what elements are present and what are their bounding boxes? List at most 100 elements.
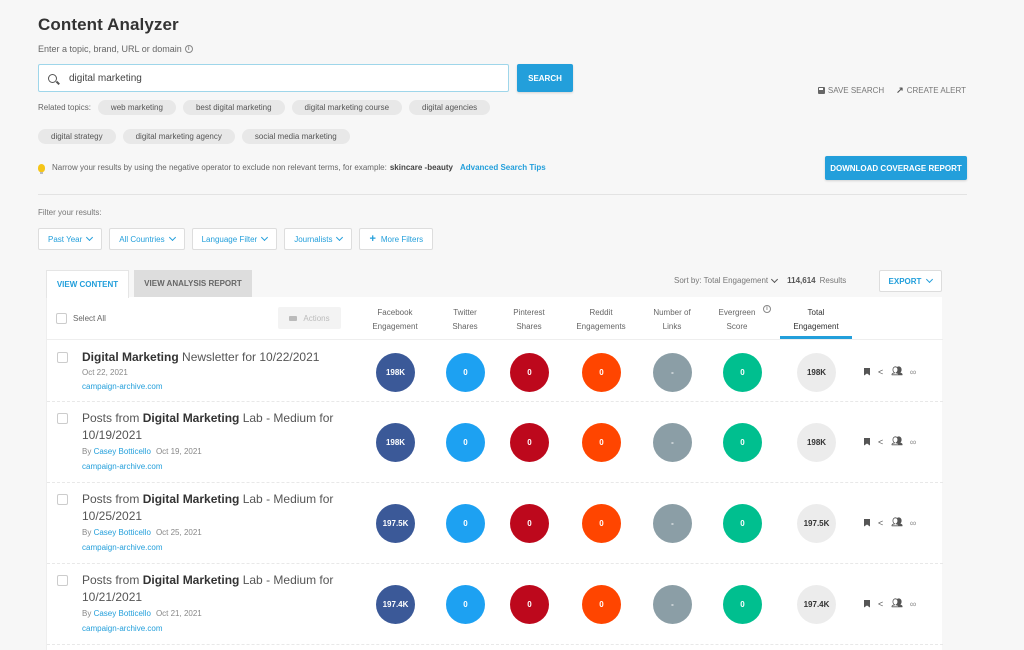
- reddit-engagements-badge: 0: [582, 585, 621, 624]
- chevron-down-icon[interactable]: [771, 275, 779, 283]
- share-icon[interactable]: <: [878, 437, 883, 447]
- link-icon[interactable]: ∞: [910, 437, 916, 447]
- save-search-label: SAVE SEARCH: [827, 86, 885, 95]
- bookmark-icon[interactable]: [864, 518, 870, 527]
- filter-past-year[interactable]: Past Year: [38, 228, 103, 250]
- search-button[interactable]: SEARCH: [517, 64, 573, 92]
- author-link[interactable]: Casey Botticello: [94, 609, 151, 618]
- filter-language[interactable]: Language Filter: [191, 228, 278, 250]
- reddit-engagements-badge: 0: [582, 353, 621, 392]
- filter-countries[interactable]: All Countries: [109, 228, 185, 250]
- search-input[interactable]: [69, 72, 469, 84]
- more-filters-label: More Filters: [380, 234, 424, 244]
- article-title[interactable]: Posts from Digital Marketing Lab - Mediu…: [82, 572, 337, 606]
- domain-link[interactable]: campaign-archive.com: [82, 624, 162, 633]
- users-icon[interactable]: 👥︎: [891, 598, 902, 609]
- title-keyword: Digital Marketing: [142, 411, 240, 425]
- number-of-links-badge: -: [653, 585, 692, 624]
- download-coverage-report-button[interactable]: DOWNLOAD COVERAGE REPORT: [825, 156, 967, 180]
- related-topic-chip[interactable]: social media marketing: [241, 129, 350, 144]
- col-line1: Reddit: [589, 308, 613, 317]
- users-icon[interactable]: 👥︎: [891, 517, 902, 528]
- twitter-shares-badge: 0: [446, 585, 485, 624]
- table-row: Posts from Digital Marketing Lab - Mediu…: [47, 564, 943, 645]
- related-topic-chip[interactable]: digital marketing course: [291, 100, 403, 115]
- author-link[interactable]: Casey Botticello: [94, 447, 151, 456]
- facebook-engagement-badge: 198K: [376, 423, 415, 462]
- title-prefix: Posts from: [82, 573, 143, 587]
- related-topic-chip[interactable]: web marketing: [97, 100, 176, 115]
- search-field[interactable]: [38, 64, 509, 92]
- row-actions: < 👥︎ ∞: [864, 436, 916, 447]
- tab-view-content[interactable]: VIEW CONTENT: [46, 270, 129, 298]
- column-header-total[interactable]: Total Engagement: [778, 306, 854, 334]
- related-topic-chip[interactable]: digital agencies: [409, 100, 491, 115]
- domain-link[interactable]: campaign-archive.com: [82, 382, 162, 391]
- save-search-button[interactable]: SAVE SEARCH: [817, 85, 885, 96]
- column-header-pinterest[interactable]: Pinterest Shares: [491, 306, 567, 334]
- row-checkbox[interactable]: [57, 575, 68, 586]
- actions-button[interactable]: Actions: [278, 307, 341, 329]
- bookmark-icon[interactable]: [864, 437, 870, 446]
- related-topic-chip[interactable]: digital marketing agency: [122, 129, 235, 144]
- article-meta: Oct 22, 2021: [82, 368, 128, 377]
- title-suffix: Newsletter for 10/22/2021: [178, 350, 320, 364]
- more-filters-button[interactable]: + More Filters: [359, 228, 434, 250]
- export-button[interactable]: EXPORT: [879, 270, 942, 292]
- filter-journalists[interactable]: Journalists: [284, 228, 353, 250]
- share-icon[interactable]: <: [878, 518, 883, 528]
- sort-dropdown[interactable]: Sort by: Total Engagement: [674, 276, 768, 285]
- related-topic-chip[interactable]: best digital marketing: [182, 100, 285, 115]
- twitter-shares-badge: 0: [446, 504, 485, 543]
- bookmark-icon[interactable]: [864, 367, 870, 376]
- twitter-shares-badge: 0: [446, 353, 485, 392]
- tab-view-analysis-report[interactable]: VIEW ANALYSIS REPORT: [134, 270, 252, 297]
- lightbulb-icon: [38, 163, 45, 174]
- row-checkbox[interactable]: [57, 494, 68, 505]
- column-header-facebook[interactable]: Facebook Engagement: [357, 306, 433, 334]
- advanced-search-tips-link[interactable]: Advanced Search Tips: [460, 163, 546, 172]
- bookmark-icon[interactable]: [864, 599, 870, 608]
- author-prefix: By: [82, 447, 92, 456]
- author-link[interactable]: Casey Botticello: [94, 528, 151, 537]
- article-title[interactable]: Posts from Digital Marketing Lab - Mediu…: [82, 491, 337, 525]
- table-header: Select All Actions Facebook Engagement Tw…: [47, 297, 943, 340]
- share-icon[interactable]: <: [878, 367, 883, 377]
- row-checkbox[interactable]: [57, 352, 68, 363]
- domain-link[interactable]: campaign-archive.com: [82, 543, 162, 552]
- info-circle-icon[interactable]: i: [763, 305, 771, 313]
- article-title[interactable]: Digital Marketing Newsletter for 10/22/2…: [82, 349, 337, 366]
- filter-bar: Past Year All Countries Language Filter …: [38, 228, 434, 250]
- evergreen-score-badge: 0: [723, 504, 762, 543]
- create-alert-button[interactable]: ↗ CREATE ALERT: [896, 85, 966, 96]
- author-prefix: By: [82, 609, 92, 618]
- related-topic-chip[interactable]: digital strategy: [38, 129, 116, 144]
- users-icon[interactable]: 👥︎: [891, 366, 902, 377]
- row-checkbox[interactable]: [57, 413, 68, 424]
- article-meta: By Casey Botticello Oct 21, 2021: [82, 609, 202, 618]
- chevron-down-icon: [336, 233, 344, 242]
- link-icon[interactable]: ∞: [910, 599, 916, 609]
- domain-link[interactable]: campaign-archive.com: [82, 462, 162, 471]
- share-icon[interactable]: <: [878, 599, 883, 609]
- users-icon[interactable]: 👥︎: [891, 436, 902, 447]
- pinterest-shares-badge: 0: [510, 585, 549, 624]
- link-icon[interactable]: ∞: [910, 367, 916, 377]
- select-all-checkbox[interactable]: [56, 313, 67, 324]
- total-engagement-badge: 198K: [797, 353, 836, 392]
- article-title[interactable]: Posts from Digital Marketing Lab - Mediu…: [82, 410, 337, 444]
- facebook-engagement-badge: 197.4K: [376, 585, 415, 624]
- link-icon[interactable]: ∞: [910, 518, 916, 528]
- column-header-reddit[interactable]: Reddit Engagements: [563, 306, 639, 334]
- facebook-engagement-badge: 198K: [376, 353, 415, 392]
- row-actions: < 👥︎ ∞: [864, 517, 916, 528]
- title-keyword: Digital Marketing: [142, 573, 240, 587]
- info-circle-icon[interactable]: i: [184, 45, 193, 53]
- active-sort-indicator: [780, 336, 852, 339]
- col-line2: Engagement: [793, 322, 839, 331]
- number-of-links-badge: -: [653, 423, 692, 462]
- select-all[interactable]: Select All: [56, 313, 106, 324]
- save-icon: [817, 87, 825, 94]
- evergreen-score-badge: 0: [723, 353, 762, 392]
- title-keyword: Digital Marketing: [142, 492, 240, 506]
